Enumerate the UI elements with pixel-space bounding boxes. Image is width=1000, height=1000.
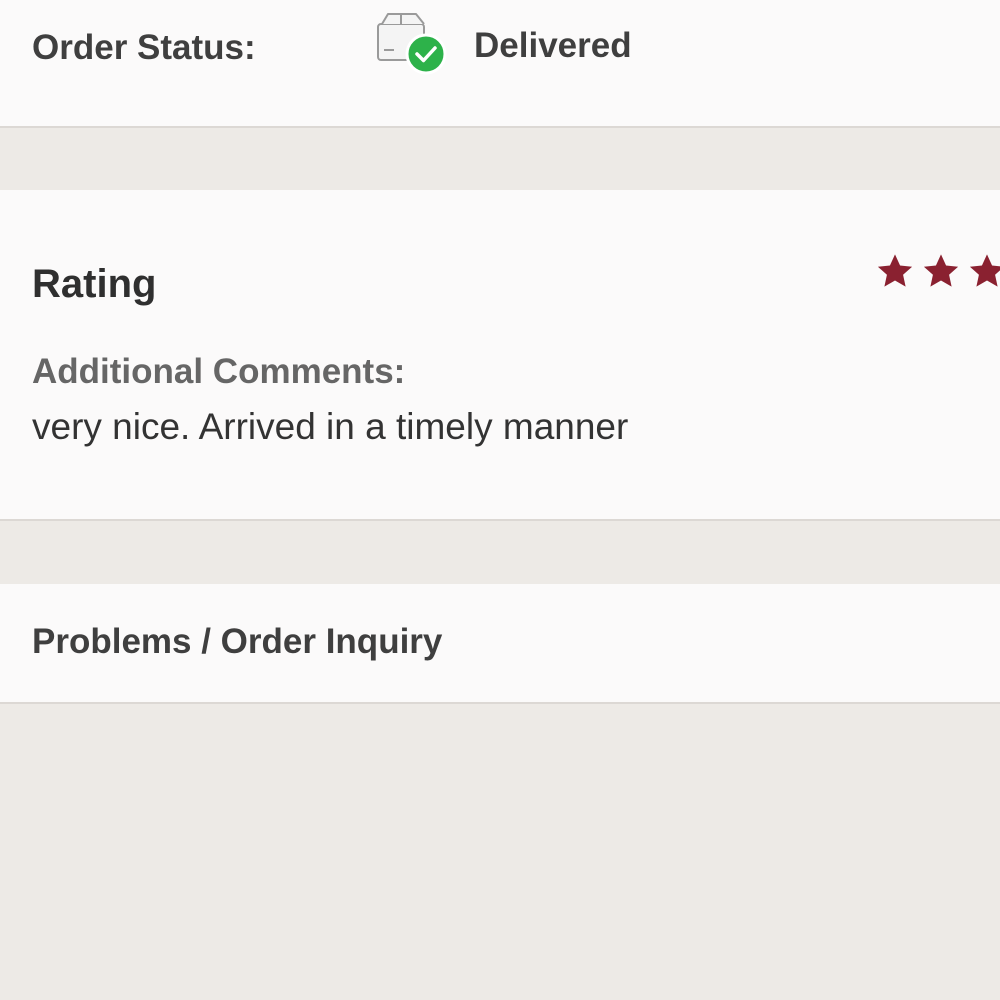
additional-comments-label: Additional Comments: bbox=[32, 352, 406, 391]
star-rating bbox=[876, 252, 1000, 290]
star-icon bbox=[877, 254, 913, 287]
order-inquiry-label: Problems / Order Inquiry bbox=[32, 622, 443, 661]
order-status-value: Delivered bbox=[474, 26, 632, 65]
star-icon bbox=[923, 254, 959, 287]
rating-card: Rating Additional Comments: very nice. A… bbox=[0, 190, 1000, 521]
order-status-card: Order Status: Delivered bbox=[0, 0, 1000, 128]
order-inquiry-button[interactable]: Problems / Order Inquiry bbox=[0, 584, 1000, 704]
additional-comments-text: very nice. Arrived in a timely manner bbox=[32, 406, 629, 447]
package-delivered-icon bbox=[374, 12, 450, 76]
rating-title: Rating bbox=[32, 262, 157, 306]
order-status-label: Order Status: bbox=[32, 28, 256, 67]
star-icon bbox=[969, 254, 1000, 287]
